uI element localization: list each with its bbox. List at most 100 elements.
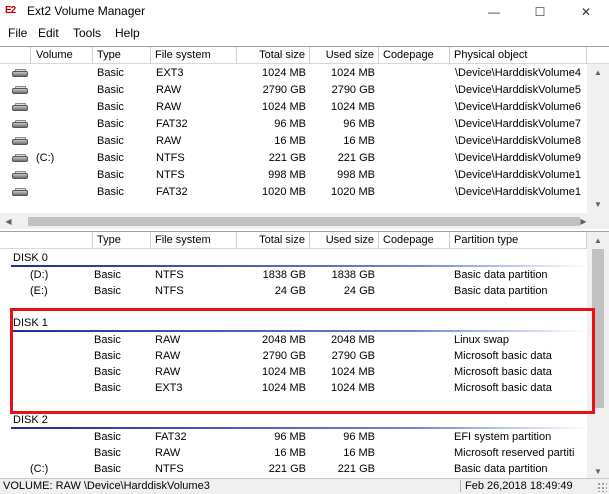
table-row[interactable]: (C:) Basic NTFS 221 GB 221 GB \Device\Harddis… xyxy=(0,150,609,167)
partition-row[interactable]: Basic RAW 1024 MB 1024 MB Microsoft basic da… xyxy=(0,364,609,381)
volume-cell xyxy=(30,332,90,349)
type-cell: Basic xyxy=(97,118,124,130)
used-size-cell: 96 MB xyxy=(343,118,375,130)
codepage-cell xyxy=(383,133,449,150)
volume-cell xyxy=(30,429,90,446)
app-icon: E2 xyxy=(5,5,16,16)
column-header-physical-object[interactable]: Physical object xyxy=(450,47,587,64)
used-size-cell: 221 GB xyxy=(337,152,375,164)
used-size-cell: 998 MB xyxy=(337,169,375,181)
menu-edit[interactable]: Edit xyxy=(38,26,59,40)
scroll-right-icon[interactable]: ▶ xyxy=(575,213,592,229)
partition-type-cell: Basic data partition xyxy=(454,269,548,281)
partition-row[interactable]: (E:) Basic NTFS 24 GB 24 GB Basic data partit… xyxy=(0,283,609,300)
total-size-cell: 2790 GB xyxy=(262,84,306,96)
table-row[interactable]: Basic EXT3 1024 MB 1024 MB \Device\HarddiskV… xyxy=(0,65,609,82)
resize-grip-icon[interactable] xyxy=(597,482,607,492)
menu-file[interactable]: File xyxy=(8,26,27,40)
drive-icon xyxy=(12,86,28,95)
column-header-type[interactable]: Type xyxy=(93,232,151,249)
vertical-scroll-thumb[interactable] xyxy=(592,249,604,408)
total-size-cell: 16 MB xyxy=(274,135,306,147)
partition-type-cell: Basic data partition xyxy=(454,285,548,297)
used-size-cell: 221 GB xyxy=(337,463,375,475)
column-header-icon[interactable] xyxy=(0,47,31,64)
drive-icon xyxy=(12,103,28,112)
partition-row[interactable]: Basic FAT32 96 MB 96 MB EFI system partition xyxy=(0,429,609,446)
table-row[interactable]: Basic RAW 2790 GB 2790 GB \Device\HarddiskVo… xyxy=(0,82,609,99)
partition-row[interactable]: Basic RAW 2048 MB 2048 MB Linux swap xyxy=(0,332,609,349)
filesystem-cell: NTFS xyxy=(155,269,184,281)
column-header-partition-type[interactable]: Partition type xyxy=(450,232,587,249)
volumes-horizontal-scrollbar[interactable]: ◀ ▶ xyxy=(0,213,609,229)
type-cell: Basic xyxy=(97,169,124,181)
scroll-left-icon[interactable]: ◀ xyxy=(0,213,17,229)
minimize-button[interactable]: — xyxy=(471,0,517,24)
scroll-up-icon[interactable]: ▲ xyxy=(587,232,609,249)
type-cell: Basic xyxy=(97,186,124,198)
filesystem-cell: NTFS xyxy=(156,152,185,164)
partition-row[interactable]: (D:) Basic NTFS 1838 GB 1838 GB Basic data pa… xyxy=(0,267,609,284)
used-size-cell: 2048 MB xyxy=(330,334,375,346)
maximize-button[interactable]: ☐ xyxy=(517,0,563,24)
column-header-filesystem[interactable]: File system xyxy=(151,47,237,64)
column-header-disk[interactable] xyxy=(0,232,93,249)
column-header-filesystem[interactable]: File system xyxy=(151,232,237,249)
used-size-cell: 1024 MB xyxy=(330,101,375,113)
type-cell: Basic xyxy=(97,67,124,79)
drive-icon xyxy=(12,171,28,180)
table-row[interactable]: Basic RAW 16 MB 16 MB \Device\HarddiskVolume… xyxy=(0,133,609,150)
disks-list[interactable]: Type File system Total size Used size Co… xyxy=(0,231,609,479)
table-row[interactable]: Basic FAT32 1020 MB 1020 MB \Device\Harddisk… xyxy=(0,184,609,201)
status-volume: VOLUME: RAW \Device\HarddiskVolume3 xyxy=(3,480,210,492)
column-header-codepage[interactable]: Codepage xyxy=(379,232,450,249)
partition-row[interactable]: Basic RAW 2790 GB 2790 GB Microsoft basic da… xyxy=(0,348,609,365)
scroll-down-icon[interactable]: ▼ xyxy=(587,196,609,213)
partition-row[interactable]: (C:) Basic NTFS 221 GB 221 GB Basic data part… xyxy=(0,461,609,478)
menu-help[interactable]: Help xyxy=(115,26,140,40)
status-bar: VOLUME: RAW \Device\HarddiskVolume3 Feb … xyxy=(0,478,609,494)
column-header-volume[interactable]: Volume xyxy=(31,47,93,64)
scroll-down-icon[interactable]: ▼ xyxy=(587,463,609,479)
filesystem-cell: RAW xyxy=(155,366,181,378)
column-header-type[interactable]: Type xyxy=(93,47,151,64)
drive-icon xyxy=(12,120,28,129)
scroll-up-icon[interactable]: ▲ xyxy=(587,64,609,81)
volumes-vertical-scrollbar[interactable]: ▲ ▼ xyxy=(587,64,609,213)
volume-cell xyxy=(30,364,90,381)
table-row[interactable]: Basic RAW 1024 MB 1024 MB \Device\HarddiskVo… xyxy=(0,99,609,116)
total-size-cell: 1024 MB xyxy=(261,382,306,394)
window-title: Ext2 Volume Manager xyxy=(27,4,146,18)
partition-row[interactable]: Basic EXT3 1024 MB 1024 MB Microsoft basic d… xyxy=(0,380,609,397)
codepage-cell xyxy=(383,116,449,133)
scrollbar-corner xyxy=(592,213,609,229)
drive-icon xyxy=(12,154,28,163)
menu-tools[interactable]: Tools xyxy=(73,26,101,40)
column-header-total-size[interactable]: Total size xyxy=(237,47,310,64)
table-row[interactable]: Basic NTFS 998 MB 998 MB \Device\HarddiskVol… xyxy=(0,167,609,184)
table-row[interactable]: Basic FAT32 96 MB 96 MB \Device\HarddiskVolu… xyxy=(0,116,609,133)
partition-type-cell: Microsoft basic data xyxy=(454,366,552,378)
horizontal-scroll-thumb[interactable] xyxy=(28,217,580,226)
column-header-codepage[interactable]: Codepage xyxy=(379,47,450,64)
partition-type-cell: Linux swap xyxy=(454,334,510,346)
volume-cell xyxy=(36,65,92,82)
disks-vertical-scrollbar[interactable]: ▲ ▼ xyxy=(587,232,609,479)
used-size-cell: 1020 MB xyxy=(330,186,375,198)
column-header-used-size[interactable]: Used size xyxy=(310,47,379,64)
total-size-cell: 1838 GB xyxy=(262,269,306,281)
filesystem-cell: NTFS xyxy=(155,463,184,475)
column-header-used-size[interactable]: Used size xyxy=(310,232,379,249)
type-cell: Basic xyxy=(94,269,121,281)
type-cell: Basic xyxy=(94,431,121,443)
used-size-cell: 1838 GB xyxy=(331,269,375,281)
column-header-total-size[interactable]: Total size xyxy=(237,232,310,249)
used-size-cell: 1024 MB xyxy=(330,366,375,378)
close-button[interactable]: ✕ xyxy=(563,0,609,24)
partition-row[interactable]: Basic RAW 16 MB 16 MB Microsoft reserved par… xyxy=(0,445,609,462)
drive-icon xyxy=(12,137,28,146)
used-size-cell: 1024 MB xyxy=(330,382,375,394)
partition-type-cell: Microsoft basic data xyxy=(454,382,552,394)
codepage-cell xyxy=(383,184,449,201)
volumes-list[interactable]: Volume Type File system Total size Used … xyxy=(0,46,609,229)
